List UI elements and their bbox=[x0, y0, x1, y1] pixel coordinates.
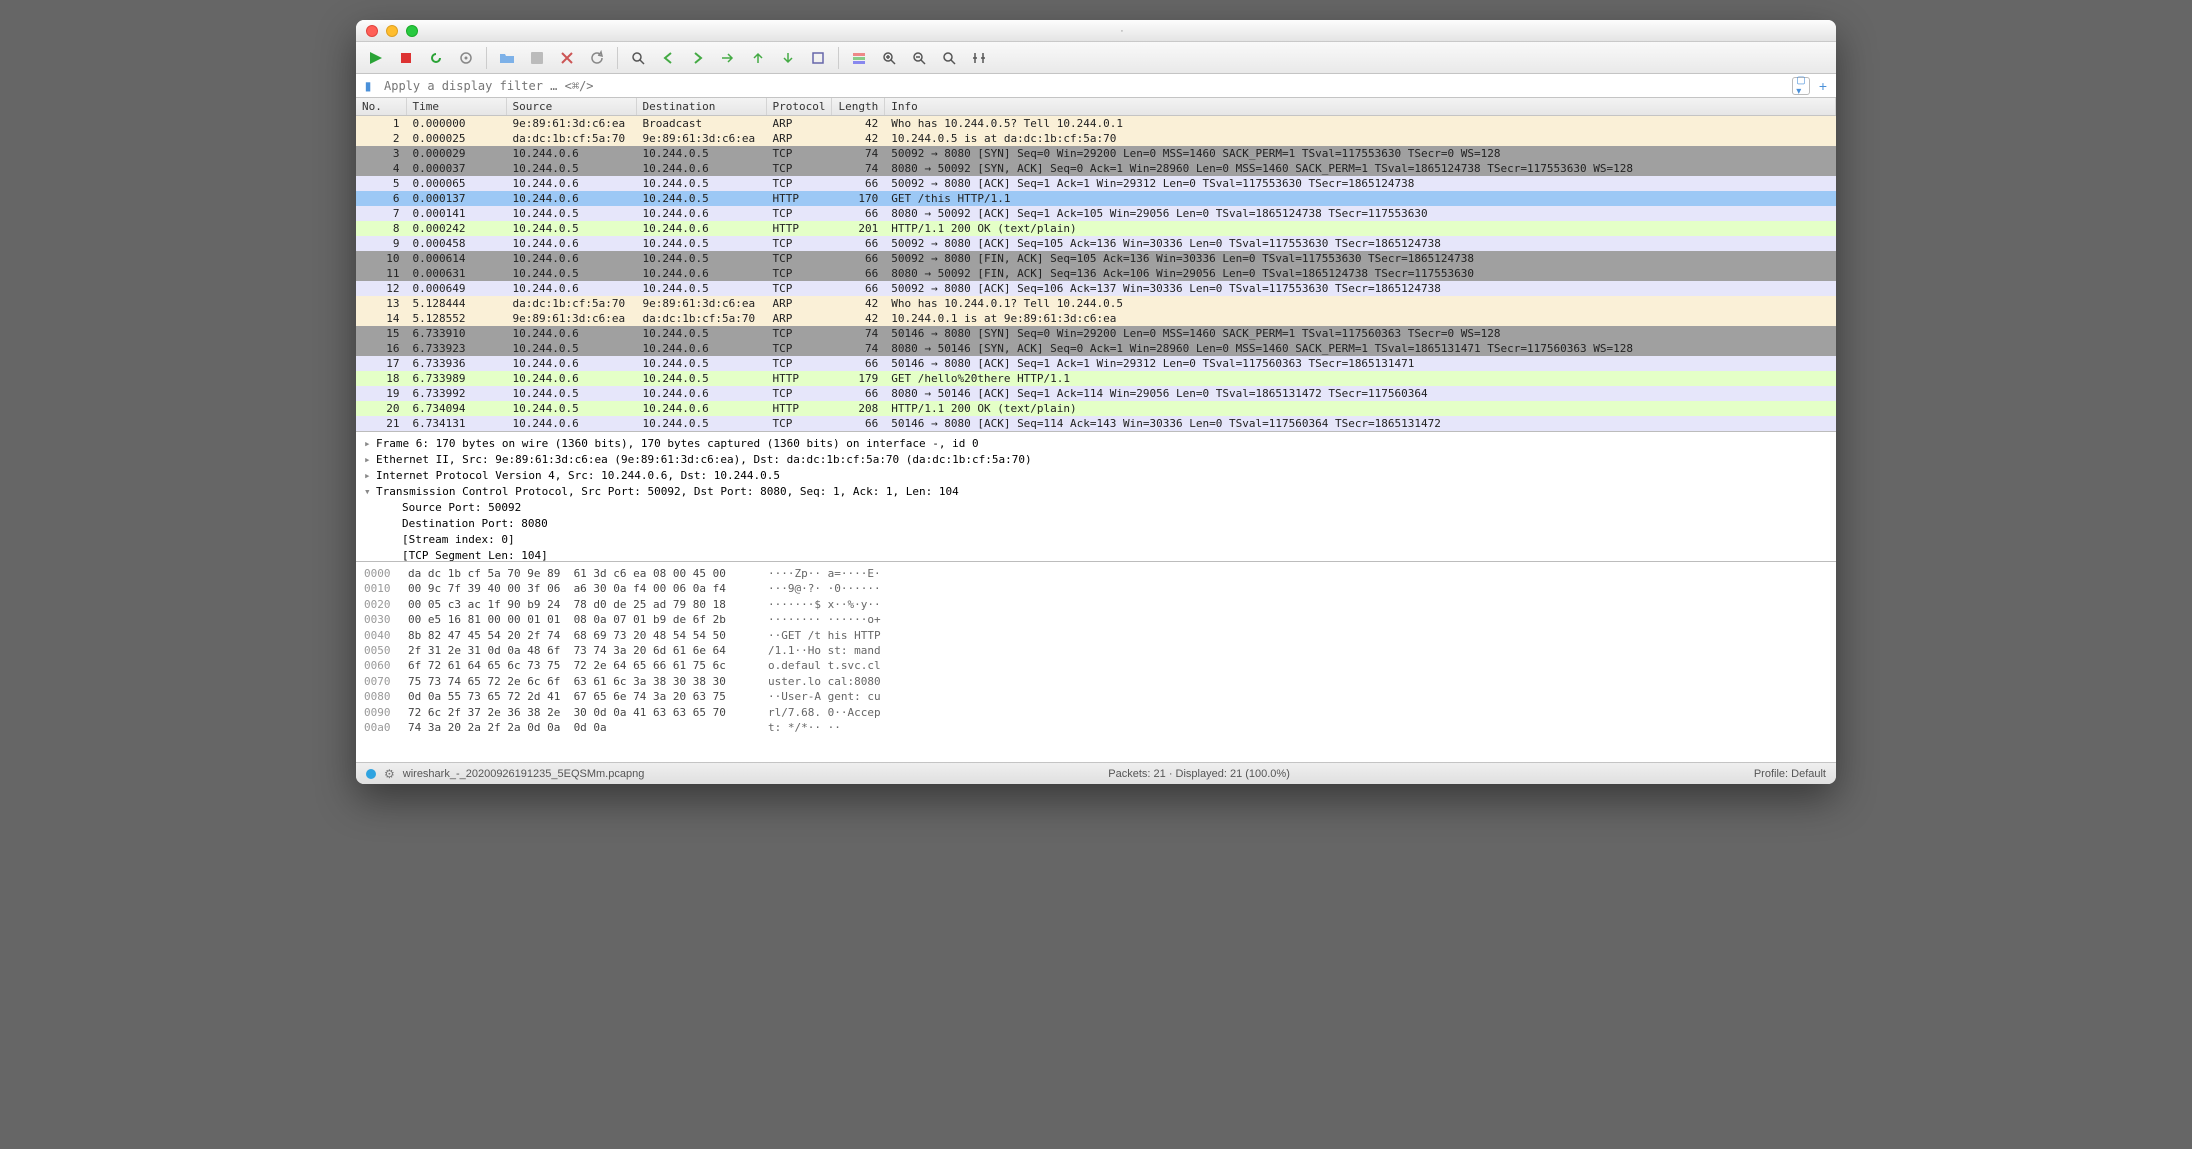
detail-row[interactable]: [TCP Segment Len: 104] bbox=[364, 548, 1828, 562]
close-button[interactable] bbox=[366, 25, 378, 37]
packet-row[interactable]: 50.00006510.244.0.610.244.0.5TCP6650092 … bbox=[356, 176, 1836, 191]
disclosure-triangle-icon[interactable]: ▸ bbox=[364, 452, 376, 468]
disclosure-triangle-icon[interactable]: ▸ bbox=[364, 468, 376, 484]
packet-row[interactable]: 196.73399210.244.0.510.244.0.6TCP668080 … bbox=[356, 386, 1836, 401]
start-capture-button[interactable] bbox=[364, 46, 388, 70]
filter-expression-button[interactable]: ▢ ▾ bbox=[1792, 77, 1810, 95]
hex-line[interactable]: 007075 73 74 65 72 2e 6c 6f 63 61 6c 3a … bbox=[364, 674, 1828, 689]
detail-row[interactable]: Destination Port: 8080 bbox=[364, 516, 1828, 532]
zoom-out-button[interactable] bbox=[907, 46, 931, 70]
packet-row[interactable]: 135.128444da:dc:1b:cf:5a:709e:89:61:3d:c… bbox=[356, 296, 1836, 311]
packet-row[interactable]: 110.00063110.244.0.510.244.0.6TCP668080 … bbox=[356, 266, 1836, 281]
packet-row[interactable]: 100.00061410.244.0.610.244.0.5TCP6650092… bbox=[356, 251, 1836, 266]
preferences-icon[interactable]: ⚙ bbox=[384, 767, 395, 781]
detail-row[interactable]: Source Port: 50092 bbox=[364, 500, 1828, 516]
toolbar bbox=[356, 42, 1836, 74]
first-packet-button[interactable] bbox=[746, 46, 770, 70]
packet-row[interactable]: 206.73409410.244.0.510.244.0.6HTTP208HTT… bbox=[356, 401, 1836, 416]
hex-line[interactable]: 00a074 3a 20 2a 2f 2a 0d 0a 0d 0at: */*·… bbox=[364, 720, 1828, 735]
status-bar: ⚙ wireshark_-_20200926191235_5EQSMm.pcap… bbox=[356, 762, 1836, 784]
table-header[interactable]: No.TimeSourceDestinationProtocolLengthIn… bbox=[356, 98, 1836, 116]
options-button[interactable] bbox=[454, 46, 478, 70]
disclosure-triangle-icon[interactable]: ▸ bbox=[364, 436, 376, 452]
packet-row[interactable]: 40.00003710.244.0.510.244.0.6TCP748080 →… bbox=[356, 161, 1836, 176]
zoom-button[interactable] bbox=[406, 25, 418, 37]
bookmark-icon[interactable]: ▮ bbox=[360, 78, 376, 94]
detail-row[interactable]: ▾Transmission Control Protocol, Src Port… bbox=[364, 484, 1828, 500]
hex-line[interactable]: 003000 e5 16 81 00 00 01 01 08 0a 07 01 … bbox=[364, 612, 1828, 627]
zoom-in-button[interactable] bbox=[877, 46, 901, 70]
hex-line[interactable]: 001000 9c 7f 39 40 00 3f 06 a6 30 0a f4 … bbox=[364, 581, 1828, 596]
status-file-label: wireshark_-_20200926191235_5EQSMm.pcapng bbox=[403, 768, 645, 780]
column-header[interactable]: Length bbox=[832, 98, 885, 116]
packet-row[interactable]: 216.73413110.244.0.610.244.0.5TCP6650146… bbox=[356, 416, 1836, 431]
go-back-button[interactable] bbox=[656, 46, 680, 70]
goto-packet-button[interactable] bbox=[716, 46, 740, 70]
hex-line[interactable]: 002000 05 c3 ac 1f 90 b9 24 78 d0 de 25 … bbox=[364, 597, 1828, 612]
column-header[interactable]: Time bbox=[406, 98, 506, 116]
column-header[interactable]: No. bbox=[356, 98, 406, 116]
packet-row[interactable]: 30.00002910.244.0.610.244.0.5TCP7450092 … bbox=[356, 146, 1836, 161]
packet-details-pane[interactable]: ▸Frame 6: 170 bytes on wire (1360 bits),… bbox=[356, 432, 1836, 562]
colorize-button[interactable] bbox=[847, 46, 871, 70]
detail-row[interactable]: ▸Frame 6: 170 bytes on wire (1360 bits),… bbox=[364, 436, 1828, 452]
auto-scroll-button[interactable] bbox=[806, 46, 830, 70]
go-forward-button[interactable] bbox=[686, 46, 710, 70]
resize-columns-button[interactable] bbox=[967, 46, 991, 70]
packet-row[interactable]: 120.00064910.244.0.610.244.0.5TCP6650092… bbox=[356, 281, 1836, 296]
status-profile-label[interactable]: Profile: Default bbox=[1754, 768, 1826, 780]
packet-list-pane[interactable]: No.TimeSourceDestinationProtocolLengthIn… bbox=[356, 98, 1836, 432]
open-file-button[interactable] bbox=[495, 46, 519, 70]
find-button[interactable] bbox=[626, 46, 650, 70]
column-header[interactable]: Protocol bbox=[766, 98, 832, 116]
hex-line[interactable]: 00800d 0a 55 73 65 72 2d 41 67 65 6e 74 … bbox=[364, 689, 1828, 704]
expert-info-icon[interactable] bbox=[366, 769, 376, 779]
column-header[interactable]: Destination bbox=[636, 98, 766, 116]
titlebar: · bbox=[356, 20, 1836, 42]
window-title: · bbox=[418, 25, 1826, 37]
last-packet-button[interactable] bbox=[776, 46, 800, 70]
hex-line[interactable]: 0000da dc 1b cf 5a 70 9e 89 61 3d c6 ea … bbox=[364, 566, 1828, 581]
packet-row[interactable]: 176.73393610.244.0.610.244.0.5TCP6650146… bbox=[356, 356, 1836, 371]
restart-capture-button[interactable] bbox=[424, 46, 448, 70]
packet-row[interactable]: 90.00045810.244.0.610.244.0.5TCP6650092 … bbox=[356, 236, 1836, 251]
app-window: · ▮ ▢ ▾ + No.TimeSourceDestinationPr bbox=[356, 20, 1836, 784]
packet-row[interactable]: 80.00024210.244.0.510.244.0.6HTTP201HTTP… bbox=[356, 221, 1836, 236]
close-file-button[interactable] bbox=[555, 46, 579, 70]
hex-line[interactable]: 009072 6c 2f 37 2e 36 38 2e 30 0d 0a 41 … bbox=[364, 705, 1828, 720]
column-header[interactable]: Source bbox=[506, 98, 636, 116]
packet-row[interactable]: 20.000025da:dc:1b:cf:5a:709e:89:61:3d:c6… bbox=[356, 131, 1836, 146]
packet-row[interactable]: 166.73392310.244.0.510.244.0.6TCP748080 … bbox=[356, 341, 1836, 356]
filter-add-button[interactable]: + bbox=[1814, 77, 1832, 95]
minimize-button[interactable] bbox=[386, 25, 398, 37]
reload-button[interactable] bbox=[585, 46, 609, 70]
column-header[interactable]: Info bbox=[885, 98, 1836, 116]
detail-row[interactable]: ▸Ethernet II, Src: 9e:89:61:3d:c6:ea (9e… bbox=[364, 452, 1828, 468]
packet-row[interactable]: 145.1285529e:89:61:3d:c6:eada:dc:1b:cf:5… bbox=[356, 311, 1836, 326]
detail-row[interactable]: ▸Internet Protocol Version 4, Src: 10.24… bbox=[364, 468, 1828, 484]
zoom-reset-button[interactable] bbox=[937, 46, 961, 70]
packet-row[interactable]: 186.73398910.244.0.610.244.0.5HTTP179GET… bbox=[356, 371, 1836, 386]
stop-capture-button[interactable] bbox=[394, 46, 418, 70]
hex-line[interactable]: 00408b 82 47 45 54 20 2f 74 68 69 73 20 … bbox=[364, 628, 1828, 643]
display-filter-input[interactable] bbox=[380, 77, 1788, 95]
traffic-lights bbox=[366, 25, 418, 37]
packet-row[interactable]: 156.73391010.244.0.610.244.0.5TCP7450146… bbox=[356, 326, 1836, 341]
hex-line[interactable]: 00502f 31 2e 31 0d 0a 48 6f 73 74 3a 20 … bbox=[364, 643, 1828, 658]
packet-bytes-pane[interactable]: 0000da dc 1b cf 5a 70 9e 89 61 3d c6 ea … bbox=[356, 562, 1836, 762]
disclosure-triangle-icon[interactable]: ▾ bbox=[364, 484, 376, 500]
status-packets-label: Packets: 21 · Displayed: 21 (100.0%) bbox=[656, 768, 1742, 780]
hex-line[interactable]: 00606f 72 61 64 65 6c 73 75 72 2e 64 65 … bbox=[364, 658, 1828, 673]
detail-row[interactable]: [Stream index: 0] bbox=[364, 532, 1828, 548]
packet-row[interactable]: 70.00014110.244.0.510.244.0.6TCP668080 →… bbox=[356, 206, 1836, 221]
packet-row[interactable]: 10.0000009e:89:61:3d:c6:eaBroadcastARP42… bbox=[356, 116, 1836, 132]
packet-row[interactable]: 60.00013710.244.0.610.244.0.5HTTP170GET … bbox=[356, 191, 1836, 206]
save-button[interactable] bbox=[525, 46, 549, 70]
display-filter-bar: ▮ ▢ ▾ + bbox=[356, 74, 1836, 98]
